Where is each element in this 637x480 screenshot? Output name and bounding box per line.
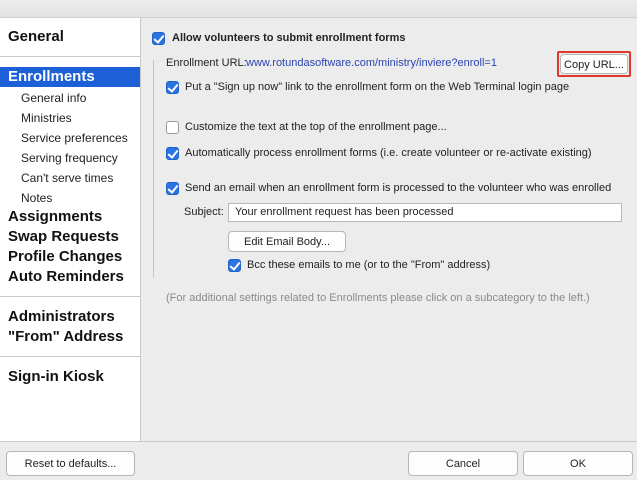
subcategory-hint: (For additional settings related to Enro… (166, 292, 590, 304)
sidebar-subitem-serving-frequency[interactable]: Serving frequency (21, 151, 118, 165)
edit-email-body-button[interactable]: Edit Email Body... (228, 231, 346, 252)
sidebar-subitem-general-info[interactable]: General info (21, 91, 86, 105)
allow-volunteers-checkbox[interactable] (152, 32, 165, 45)
enrollments-settings-panel: Allow volunteers to submit enrollment fo… (141, 18, 637, 441)
bcc-label: Bcc these emails to me (or to the "From"… (247, 259, 491, 271)
allow-volunteers-label: Allow volunteers to submit enrollment fo… (172, 32, 406, 44)
sidebar-item-enrollments[interactable]: Enrollments (0, 67, 140, 87)
sidebar-item-administrators[interactable]: Administrators (8, 308, 115, 325)
sidebar-item-signin-kiosk[interactable]: Sign-in Kiosk (8, 368, 104, 385)
copy-url-button[interactable]: Copy URL... (560, 54, 628, 74)
signup-link-checkbox[interactable] (166, 81, 179, 94)
sidebar-item-auto-reminders[interactable]: Auto Reminders (8, 268, 124, 285)
sidebar-item-profile-changes[interactable]: Profile Changes (8, 248, 122, 265)
send-email-checkbox[interactable] (166, 182, 179, 195)
customize-text-label: Customize the text at the top of the enr… (185, 121, 447, 133)
sidebar-subitem-cant-serve-times[interactable]: Can't serve times (21, 171, 113, 185)
sidebar-item-assignments[interactable]: Assignments (8, 208, 102, 225)
customize-text-checkbox[interactable] (166, 121, 179, 134)
dialog-button-bar: Reset to defaults... Cancel OK (0, 441, 637, 480)
sidebar-item-general[interactable]: General (8, 28, 64, 45)
sidebar-subitem-ministries[interactable]: Ministries (21, 111, 72, 125)
sidebar-separator (0, 56, 140, 57)
sidebar-separator (0, 356, 140, 357)
reset-defaults-button[interactable]: Reset to defaults... (6, 451, 135, 476)
subject-label: Subject: (184, 206, 224, 218)
sidebar-item-swap-requests[interactable]: Swap Requests (8, 228, 119, 245)
auto-process-checkbox[interactable] (166, 147, 179, 160)
send-email-label: Send an email when an enrollment form is… (185, 182, 612, 194)
sidebar-separator (0, 296, 140, 297)
sidebar-item-enrollments-label: Enrollments (8, 68, 95, 85)
settings-sidebar: General Enrollments General info Ministr… (0, 18, 141, 441)
sidebar-subitem-notes[interactable]: Notes (21, 191, 52, 205)
sidebar-item-from-address[interactable]: "From" Address (8, 328, 123, 345)
ok-button[interactable]: OK (523, 451, 633, 476)
cancel-button[interactable]: Cancel (408, 451, 518, 476)
auto-process-label: Automatically process enrollment forms (… (185, 147, 592, 159)
window-titlebar (0, 0, 637, 18)
subject-input[interactable]: Your enrollment request has been process… (228, 203, 622, 222)
bcc-checkbox[interactable] (228, 259, 241, 272)
sidebar-subitem-service-preferences[interactable]: Service preferences (21, 131, 128, 145)
signup-link-label: Put a "Sign up now" link to the enrollme… (185, 81, 570, 93)
enrollment-url-label: Enrollment URL: (166, 57, 247, 69)
group-indent-line (153, 60, 154, 278)
enrollment-url-link[interactable]: www.rotundasoftware.com/ministry/inviere… (246, 57, 497, 69)
